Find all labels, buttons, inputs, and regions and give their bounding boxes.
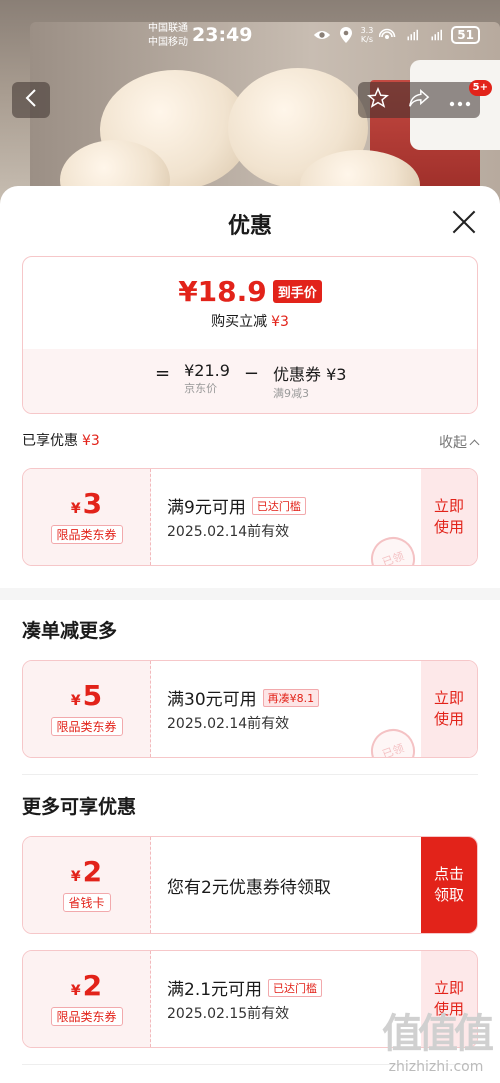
enjoyed-value: ¥3 <box>82 433 100 449</box>
coupon-amount: 2 <box>82 969 103 1002</box>
coupon-validity: 2025.02.14前有效 <box>167 524 290 540</box>
hotspot-icon <box>379 28 397 42</box>
battery-level: 51 <box>451 26 480 44</box>
coupon-deduction-block: 优惠券 ¥3 满9减3 <box>273 361 346 401</box>
signal-4g-icon <box>427 28 445 42</box>
instant-discount-value: ¥3 <box>271 314 289 330</box>
coupon-details: 满9元可用 已达门槛 2025.02.14前有效 <box>167 493 306 541</box>
signal-5g-icon <box>403 28 421 42</box>
coupon-value-panel: ¥2 限品类东券 <box>23 951 151 1047</box>
minus-sign: − <box>243 363 259 384</box>
collapse-label: 收起 <box>439 435 467 451</box>
coupon-kind: 限品类东券 <box>50 1007 123 1026</box>
top-action-group <box>358 82 480 118</box>
carrier-2: 中国移动 <box>148 37 188 48</box>
claimed-stamp: 已领 <box>364 530 422 565</box>
location-icon <box>337 27 355 43</box>
coupon-currency: ¥ <box>70 983 81 999</box>
section-title-more-discount: 凑单减更多 <box>22 620 118 642</box>
coupon-addon-badge: 再凑¥8.1 <box>262 688 320 707</box>
carrier-names: 中国联通 中国移动 <box>148 22 188 50</box>
close-button[interactable] <box>450 208 478 236</box>
more-icon[interactable] <box>449 88 471 112</box>
share-icon[interactable] <box>408 88 430 113</box>
status-time: 23:49 <box>192 24 253 46</box>
base-price-block: ¥21.9 京东价 <box>184 361 230 396</box>
coupon-amount: 3 <box>82 487 103 520</box>
coupon-value-panel: ¥3 限品类东券 <box>23 469 151 565</box>
coupon-details: 满30元可用 再凑¥8.1 2025.02.14前有效 <box>167 685 320 733</box>
sheet-title: 优惠 <box>227 214 272 239</box>
section-title-more-available: 更多可享优惠 <box>22 796 137 818</box>
discount-sheet: 优惠 ¥18.9 到手价 购买立减 ¥3 = ¥21.9 京东价 − 优惠券 ¥3… <box>0 186 500 1083</box>
status-icons: 3.3 K/s 51 <box>313 26 480 44</box>
chevron-up-icon <box>469 439 480 449</box>
coupon-currency: ¥ <box>70 869 81 885</box>
watermark-site: zhizhizhi.com <box>388 1059 484 1075</box>
coupon-condition: 满9元可用 <box>167 498 246 518</box>
eye-icon <box>313 28 331 42</box>
watermark: 值值值 zhizhizhi.com <box>382 1001 494 1075</box>
coupon-currency: ¥ <box>70 693 81 709</box>
use-now-button[interactable]: 立即使用 <box>421 469 477 565</box>
message-badge: 5+ <box>468 80 492 96</box>
coupon-condition: 满2.1元可用 <box>167 980 263 1000</box>
coupon-amount: 5 <box>82 679 103 712</box>
claimed-stamp: 已领 <box>364 722 422 757</box>
coupon-value-panel: ¥2 省钱卡 <box>23 837 151 933</box>
back-button[interactable] <box>12 82 50 118</box>
final-price-row: ¥18.9 到手价 <box>23 275 477 308</box>
network-speed: 3.3 K/s <box>361 26 374 44</box>
network-speed-unit: K/s <box>360 35 373 44</box>
coupon-pending-text: 您有2元优惠券待领取 <box>167 878 331 898</box>
base-price: ¥21.9 <box>184 361 230 380</box>
coupon-validity: 2025.02.15前有效 <box>167 1006 290 1022</box>
coupon-card: ¥3 限品类东券 满9元可用 已达门槛 2025.02.14前有效 已领 立即使… <box>22 468 478 566</box>
enjoyed-label: 已享优惠 <box>22 433 78 449</box>
final-price: ¥18.9 <box>178 275 267 308</box>
coupon-value-panel: ¥5 限品类东券 <box>23 661 151 757</box>
coupon-details: 满2.1元可用 已达门槛 2025.02.15前有效 <box>167 975 323 1023</box>
chevron-left-icon <box>25 88 37 113</box>
favorite-star-icon[interactable] <box>367 86 390 114</box>
collapse-toggle[interactable]: 收起 <box>439 432 480 452</box>
coupon-deduction: 优惠券 ¥3 <box>273 365 347 384</box>
final-price-tag: 到手价 <box>272 280 322 303</box>
coupon-card: ¥2 省钱卡 您有2元优惠券待领取 点击领取 <box>22 836 478 934</box>
carrier-1: 中国联通 <box>148 23 188 34</box>
price-calculation: = ¥21.9 京东价 − 优惠券 ¥3 满9减3 <box>23 349 477 413</box>
instant-discount-row: 购买立减 ¥3 <box>23 311 477 331</box>
coupon-deduction-rule: 满9减3 <box>273 387 309 400</box>
network-speed-value: 3.3 <box>360 26 374 35</box>
enjoyed-discount: 已享优惠 ¥3 <box>22 430 100 450</box>
coupon-condition: 满30元可用 <box>167 690 257 710</box>
coupon-currency: ¥ <box>70 501 81 517</box>
base-price-label: 京东价 <box>184 382 218 395</box>
coupon-card: ¥5 限品类东券 满30元可用 再凑¥8.1 2025.02.14前有效 已领 … <box>22 660 478 758</box>
coupon-threshold-badge: 已达门槛 <box>251 496 306 515</box>
claim-button[interactable]: 点击领取 <box>421 837 477 933</box>
coupon-threshold-badge: 已达门槛 <box>268 978 323 997</box>
status-bar: 中国联通 中国移动 23:49 3.3 K/s 51 <box>0 20 500 54</box>
coupon-amount: 2 <box>82 855 103 888</box>
section-separator <box>22 774 478 775</box>
section-divider <box>0 588 500 600</box>
coupon-kind: 省钱卡 <box>62 893 111 912</box>
use-now-button[interactable]: 立即使用 <box>421 661 477 757</box>
equals-sign: = <box>155 363 171 384</box>
instant-discount-label: 购买立减 <box>211 314 268 330</box>
coupon-kind: 限品类东券 <box>50 717 123 736</box>
watermark-logo: 值值值 <box>382 1011 494 1057</box>
price-summary-card: ¥18.9 到手价 购买立减 ¥3 = ¥21.9 京东价 − 优惠券 ¥3 满9… <box>22 256 478 414</box>
coupon-validity: 2025.02.14前有效 <box>167 716 290 732</box>
coupon-kind: 限品类东券 <box>50 525 123 544</box>
